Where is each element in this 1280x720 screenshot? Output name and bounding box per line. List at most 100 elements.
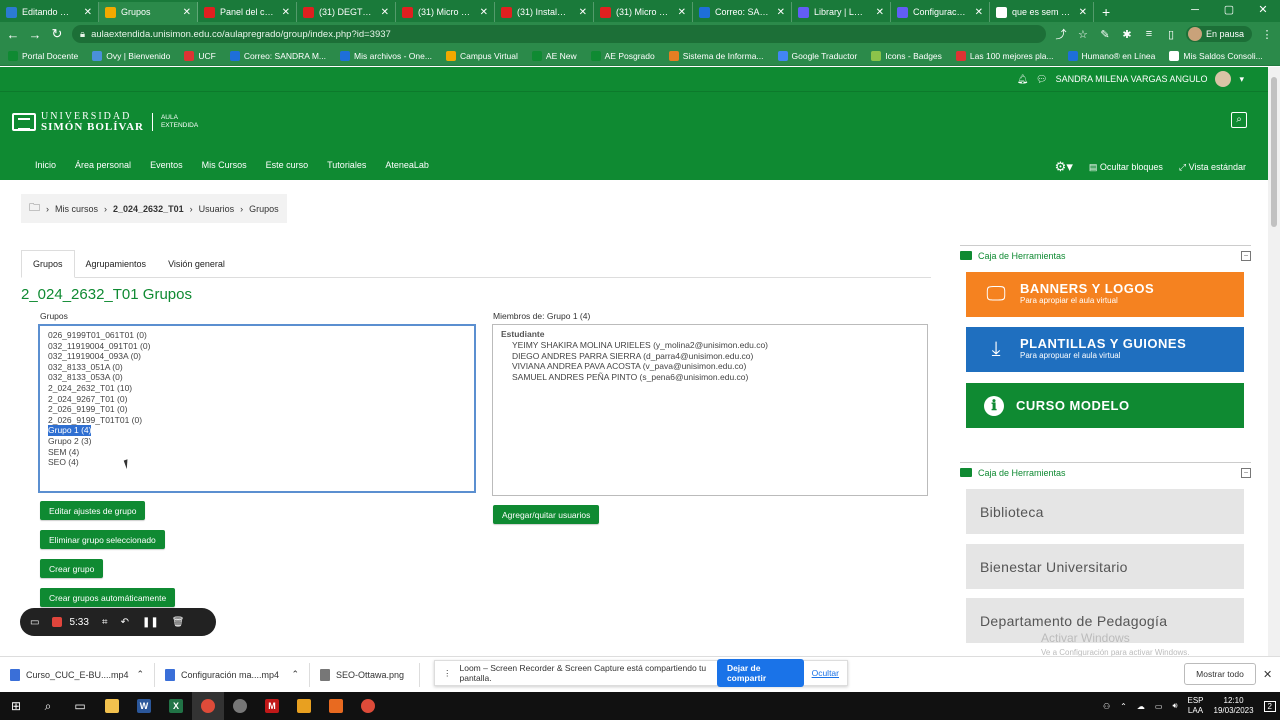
folder-icon[interactable]: 🗀 bbox=[29, 199, 40, 218]
member-item[interactable]: YEIMY SHAKIRA MOLINA URIELES (y_molina2@… bbox=[501, 340, 919, 351]
chrome-icon[interactable] bbox=[352, 692, 384, 720]
group-option[interactable]: 032_11919004_093A (0) bbox=[48, 351, 466, 362]
restart-icon[interactable]: ↶ bbox=[121, 617, 129, 628]
bookmark-item[interactable]: Icons - Badges bbox=[871, 50, 942, 61]
kebab-menu-icon[interactable]: ⋮ bbox=[1260, 28, 1274, 41]
close-tab-icon[interactable]: ✕ bbox=[678, 7, 686, 18]
breadcrumb-item[interactable]: Usuarios bbox=[199, 204, 235, 214]
group-option[interactable]: 2_024_2632_T01 (10) bbox=[48, 383, 466, 394]
bookmark-item[interactable]: Mis archivos - One... bbox=[340, 50, 432, 61]
nav-item[interactable]: Tutoriales bbox=[327, 160, 366, 170]
browser-tab[interactable]: Grupos ✕ bbox=[99, 2, 198, 22]
group-option[interactable]: 032_11919004_091T01 (0) bbox=[48, 341, 466, 352]
banner-1[interactable]: 🖵 BANNERS Y LOGOS Para apropiar el aula vi… bbox=[966, 272, 1244, 317]
notification-icon[interactable]: 2 bbox=[1263, 700, 1276, 712]
menu-list-icon[interactable]: ≡ bbox=[1142, 28, 1156, 40]
back-icon[interactable]: ← bbox=[6, 27, 20, 42]
chrome-icon[interactable] bbox=[192, 692, 224, 720]
close-tab-icon[interactable]: ✕ bbox=[282, 7, 290, 18]
bookmark-item[interactable]: Mis Saldos Consoli... bbox=[1169, 50, 1263, 61]
draw-grid-icon[interactable]: ⌗ bbox=[102, 617, 108, 628]
app-icon[interactable] bbox=[224, 692, 256, 720]
group-option[interactable]: 2_026_9199_T01 (0) bbox=[48, 404, 466, 415]
group-option[interactable]: 032_8133_053A (0) bbox=[48, 372, 466, 383]
forward-icon[interactable]: → bbox=[28, 27, 42, 42]
close-window-icon[interactable]: ✕ bbox=[1246, 0, 1280, 20]
bookmark-item[interactable]: Sistema de Informa... bbox=[668, 50, 764, 61]
download-item[interactable]: Curso_CUC_E-BU....mp4 ⌃ bbox=[0, 662, 155, 687]
collapse-icon[interactable]: − bbox=[1241, 467, 1251, 478]
chevron-up-icon[interactable]: ⌃ bbox=[1120, 702, 1127, 711]
mcafee-icon[interactable]: M bbox=[256, 692, 288, 720]
new-tab-button[interactable]: + bbox=[1094, 2, 1118, 22]
group-option[interactable]: 026_9199T01_061T01 (0) bbox=[48, 330, 466, 341]
banner-3[interactable]: ℹ CURSO MODELO bbox=[966, 383, 1244, 428]
nav-item[interactable]: Inicio bbox=[35, 160, 56, 170]
reload-icon[interactable]: ↻ bbox=[50, 26, 64, 42]
nav-item[interactable]: Área personal bbox=[75, 160, 131, 170]
browser-tab[interactable]: (31) DEGT - UN ✕ bbox=[297, 2, 396, 22]
close-tab-icon[interactable]: ✕ bbox=[876, 7, 884, 18]
bookmark-star-icon[interactable]: ☆ bbox=[1076, 28, 1090, 41]
app-icon[interactable] bbox=[320, 692, 352, 720]
clock[interactable]: 12:10 19/03/2023 bbox=[1214, 696, 1254, 716]
settings-gear-icon[interactable]: ⚙▾ bbox=[1055, 159, 1073, 175]
bookmark-item[interactable]: AE New bbox=[531, 50, 577, 61]
minimize-icon[interactable]: ─ bbox=[1178, 0, 1212, 20]
members-listbox[interactable]: Estudiante YEIMY SHAKIRA MOLINA URIELES … bbox=[492, 324, 928, 496]
nav-item[interactable]: AteneaLab bbox=[385, 160, 429, 170]
close-tab-icon[interactable]: ✕ bbox=[579, 7, 587, 18]
trash-icon[interactable]: 🗑︎ bbox=[172, 617, 185, 628]
group-option[interactable]: Grupo 1 (4) bbox=[48, 425, 466, 436]
bookmark-item[interactable]: Campus Virtual bbox=[445, 50, 518, 61]
sidebar-icon[interactable]: ▯ bbox=[1164, 28, 1178, 41]
nav-item[interactable]: Mis Cursos bbox=[202, 160, 247, 170]
language-indicator[interactable]: ESP LAA bbox=[1187, 696, 1203, 716]
nav-item[interactable]: Este curso bbox=[266, 160, 309, 170]
close-tab-icon[interactable]: ✕ bbox=[381, 7, 389, 18]
close-downloads-icon[interactable]: ✕ bbox=[1263, 668, 1272, 681]
share-icon[interactable]: ⤴ bbox=[1054, 26, 1068, 42]
add-remove-users-button[interactable]: Agregar/quitar usuarios bbox=[493, 505, 600, 524]
bookmark-item[interactable]: Portal Docente bbox=[8, 50, 78, 61]
page-scrollbar[interactable] bbox=[1268, 67, 1280, 656]
group-option[interactable]: SEM (4) bbox=[48, 447, 466, 458]
search-icon[interactable]: ⌕ bbox=[32, 692, 64, 720]
groups-listbox[interactable]: 026_9199T01_061T01 (0) 032_11919004_091T0… bbox=[38, 324, 476, 493]
bell-icon[interactable]: 🔔︎ bbox=[1017, 74, 1028, 85]
task-view-icon[interactable]: ▭ bbox=[64, 692, 96, 720]
volume-icon[interactable]: 🔊︎ bbox=[1172, 701, 1177, 711]
auto-create-groups-button[interactable]: Crear grupos automáticamente bbox=[40, 588, 176, 607]
chevron-down-icon[interactable]: ▾ bbox=[1239, 74, 1244, 85]
tab-agrupamientos[interactable]: Agrupamientos bbox=[75, 250, 158, 277]
browser-tab[interactable]: Configuración a ✕ bbox=[891, 2, 990, 22]
excel-icon[interactable]: X bbox=[160, 692, 192, 720]
delete-group-button[interactable]: Eliminar grupo seleccionado bbox=[40, 530, 165, 549]
group-option[interactable]: 032_8133_051A (0) bbox=[48, 362, 466, 373]
tab-vision-general[interactable]: Visión general bbox=[157, 250, 236, 277]
camera-icon[interactable]: ▭ bbox=[30, 617, 39, 628]
browser-tab[interactable]: Library | Loom ✕ bbox=[792, 2, 891, 22]
tab-grupos[interactable]: Grupos bbox=[21, 250, 75, 278]
sidebar-link[interactable]: Biblioteca bbox=[966, 489, 1244, 534]
breadcrumb-item[interactable]: 2_024_2632_T01 bbox=[113, 204, 184, 214]
stop-sharing-button[interactable]: Dejar de compartir bbox=[716, 659, 804, 687]
bookmark-item[interactable]: AE Posgrado bbox=[590, 50, 655, 61]
edit-group-button[interactable]: Editar ajustes de grupo bbox=[40, 501, 146, 520]
network-icon[interactable]: ▭ bbox=[1155, 702, 1163, 711]
browser-tab[interactable]: Correo: SANDR ✕ bbox=[693, 2, 792, 22]
browser-tab[interactable]: Editando Wiki ✕ bbox=[0, 2, 99, 22]
download-item[interactable]: Configuración ma....mp4 ⌃ bbox=[155, 662, 310, 687]
close-tab-icon[interactable]: ✕ bbox=[975, 7, 983, 18]
create-group-button[interactable]: Crear grupo bbox=[40, 559, 104, 578]
maximize-icon[interactable]: ▢ bbox=[1212, 0, 1246, 20]
sidebar-link[interactable]: Bienestar Universitario bbox=[966, 544, 1244, 589]
bookmark-item[interactable]: Las 100 mejores pla... bbox=[955, 50, 1054, 61]
app-icon[interactable] bbox=[288, 692, 320, 720]
group-option[interactable]: Grupo 2 (3) bbox=[48, 436, 466, 447]
bookmark-item[interactable]: Ovy | Bienvenido bbox=[92, 50, 170, 61]
person-icon[interactable]: ⚇ bbox=[1103, 702, 1110, 711]
member-item[interactable]: VIVIANA ANDREA PAVA ACOSTA (v_pava@unisi… bbox=[501, 361, 919, 372]
bookmark-item[interactable]: Humano® en Línea bbox=[1067, 50, 1155, 61]
nav-item[interactable]: Eventos bbox=[150, 160, 183, 170]
